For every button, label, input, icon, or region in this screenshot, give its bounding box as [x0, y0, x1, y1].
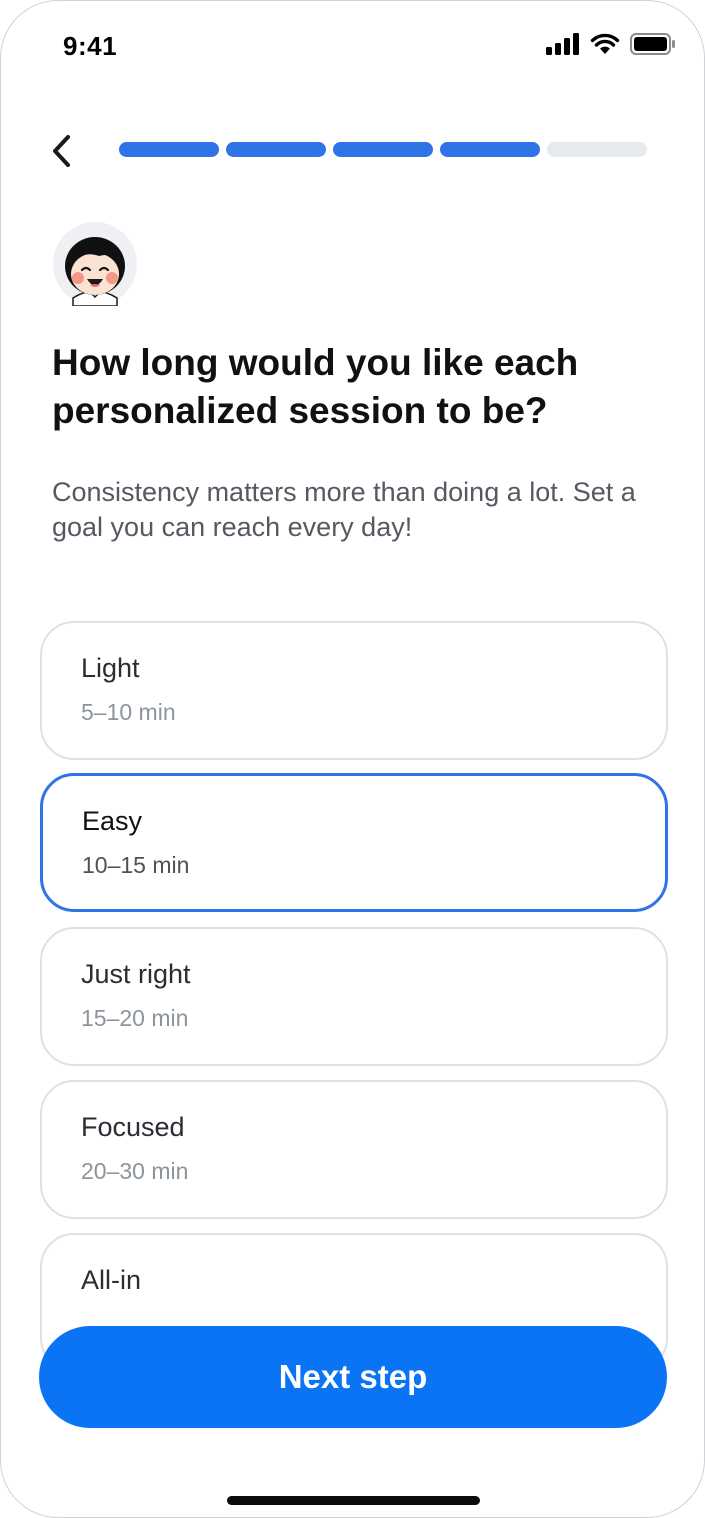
wifi-icon [590, 33, 620, 60]
option-just-right[interactable]: Just right 15–20 min [40, 927, 668, 1066]
next-step-button[interactable]: Next step [39, 1326, 667, 1428]
question-title: How long would you like each personalize… [52, 342, 579, 431]
progress-segment [333, 142, 433, 157]
progress-segment [440, 142, 540, 157]
progress-segment [547, 142, 647, 157]
mascot-avatar [53, 222, 137, 307]
status-time: 9:41 [63, 31, 118, 61]
option-duration: 15–20 min [81, 1005, 189, 1031]
back-button[interactable] [41, 129, 81, 173]
phone-frame: 9:41 How long would you like each person… [0, 0, 705, 1518]
option-focused[interactable]: Focused 20–30 min [40, 1080, 668, 1219]
progress-segment [119, 142, 219, 157]
status-icons [546, 33, 676, 60]
question-subtitle: Consistency matters more than doing a lo… [52, 477, 636, 542]
option-label: Light [81, 653, 140, 683]
option-duration: 10–15 min [82, 852, 190, 878]
option-label: All-in [81, 1265, 142, 1295]
option-label: Easy [82, 806, 143, 836]
option-easy[interactable]: Easy 10–15 min [40, 773, 668, 912]
option-label: Focused [81, 1112, 185, 1142]
option-duration: 20–30 min [81, 1158, 189, 1184]
battery-icon [630, 33, 676, 60]
chevron-left-icon [53, 135, 70, 167]
signal-icon [546, 33, 580, 60]
option-label: Just right [81, 959, 191, 989]
option-duration: 5–10 min [81, 699, 176, 725]
progress-segment [226, 142, 326, 157]
progress-bar [119, 142, 647, 157]
option-light[interactable]: Light 5–10 min [40, 621, 668, 760]
home-indicator [227, 1496, 480, 1505]
